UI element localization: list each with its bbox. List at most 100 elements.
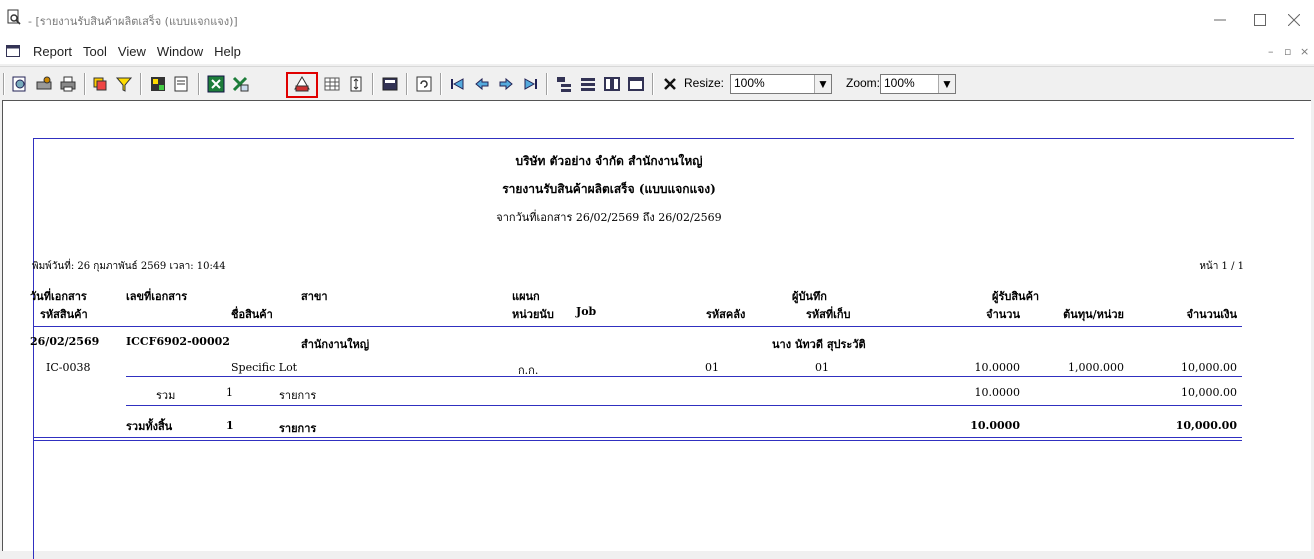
tree-view-button[interactable] xyxy=(554,74,574,94)
subtotal-qty: 10.0000 xyxy=(974,386,1021,399)
full-page-button[interactable] xyxy=(626,74,646,94)
printer-icon xyxy=(60,76,76,92)
mdi-close-button[interactable]: × xyxy=(1300,45,1309,58)
doc-no: ICCF6902-00002 xyxy=(126,335,230,348)
grandtotal-label: รวมทั้งสิ้น xyxy=(126,420,173,433)
export-excel-x-button[interactable] xyxy=(230,74,250,94)
grandtotal-divider-2 xyxy=(34,440,1242,441)
company-name: บริษัท ตัวอย่าง จำกัด สำนักงานใหญ่ xyxy=(515,154,703,168)
close-report-button[interactable] xyxy=(660,74,680,94)
header-branch: สาขา xyxy=(301,290,328,303)
close-icon xyxy=(1288,14,1300,26)
calculator-button[interactable] xyxy=(380,74,400,94)
arrow-right-icon xyxy=(499,77,513,91)
window-title: - [รายงานรับสินค้าผลิตเสร็จ (แบบแจกแจง)] xyxy=(28,15,238,28)
zoom-value: 100% xyxy=(884,76,915,90)
resize-label: Resize: xyxy=(684,76,725,90)
calculator-icon xyxy=(382,77,398,91)
menu-report[interactable]: Report xyxy=(33,44,72,59)
fit-height-icon xyxy=(350,76,362,92)
filter-button[interactable] xyxy=(114,74,134,94)
list-icon xyxy=(581,78,595,91)
menu-help[interactable]: Help xyxy=(214,44,241,59)
zoom-label: Zoom: xyxy=(846,76,881,90)
grandtotal-divider-1 xyxy=(34,437,1242,438)
header-location: รหัสที่เก็บ xyxy=(806,308,851,321)
item-cost-unit: 1,000.000 xyxy=(1068,361,1124,374)
grandtotal-unit-label: รายการ xyxy=(279,422,317,435)
arrow-left-icon xyxy=(475,77,489,91)
close-button[interactable] xyxy=(1274,6,1314,34)
report-viewport[interactable]: บริษัท ตัวอย่าง จำกัด สำนักงานใหญ่ รายงา… xyxy=(2,100,1311,559)
columns-icon xyxy=(604,77,620,91)
menu-tool[interactable]: Tool xyxy=(83,44,107,59)
two-pages-button[interactable] xyxy=(602,74,622,94)
header-department: แผนก xyxy=(512,290,540,303)
refresh-button[interactable] xyxy=(414,74,434,94)
edit-form-button[interactable] xyxy=(172,74,192,94)
layer-button[interactable] xyxy=(90,74,110,94)
mdi-minimize-button[interactable]: – xyxy=(1268,45,1274,58)
tree-icon xyxy=(557,77,571,92)
edit-form-icon xyxy=(174,76,188,92)
print-datetime: พิมพ์วันที่: 26 กุมภาพันธ์ 2569 เวลา: 10… xyxy=(32,261,226,272)
close-x-icon xyxy=(664,78,676,90)
header-qty: จำนวน xyxy=(986,308,1020,321)
doc-recorder: นาง นัทวดี สุประวัติ xyxy=(772,338,866,351)
report-date-range: จากวันที่เอกสาร 26/02/2569 ถึง 26/02/256… xyxy=(496,211,722,224)
preview-button[interactable] xyxy=(10,74,30,94)
menu-bar: Report Tool View Window Help – ▫ × xyxy=(0,40,1314,64)
grid-icon xyxy=(324,77,340,91)
title-bar: - [รายงานรับสินค้าผลิตเสร็จ (แบบแจกแจง)] xyxy=(0,0,1314,40)
next-page-button[interactable] xyxy=(496,74,516,94)
resize-select[interactable]: 100% ▼ xyxy=(730,74,832,94)
maximize-icon xyxy=(1254,14,1266,26)
doc-date: 26/02/2569 xyxy=(30,335,100,348)
zoom-select[interactable]: 100% ▼ xyxy=(880,74,956,94)
preview-icon xyxy=(12,76,26,92)
menu-view[interactable]: View xyxy=(118,44,146,59)
header-item-code: รหัสสินค้า xyxy=(40,308,88,321)
refresh-icon xyxy=(416,76,432,92)
mdi-window-icon[interactable] xyxy=(6,45,20,57)
design-button[interactable] xyxy=(148,74,168,94)
previous-page-button[interactable] xyxy=(472,74,492,94)
minimize-icon xyxy=(1214,19,1226,21)
doc-branch: สำนักงานใหญ่ xyxy=(301,338,370,351)
header-job: Job xyxy=(576,305,597,318)
item-code: IC-0038 xyxy=(46,361,91,374)
minimize-button[interactable] xyxy=(1200,6,1240,34)
excel-x-icon xyxy=(232,76,249,92)
last-page-button[interactable] xyxy=(520,74,540,94)
design-icon xyxy=(151,77,165,91)
chevron-down-icon: ▼ xyxy=(814,75,831,93)
fit-height-button[interactable] xyxy=(346,74,366,94)
item-amount: 10,000.00 xyxy=(1181,361,1237,374)
window-icon xyxy=(628,77,644,91)
grid-button[interactable] xyxy=(322,74,342,94)
header-receiver: ผู้รับสินค้า xyxy=(992,290,1040,303)
report-title: รายงานรับสินค้าผลิตเสร็จ (แบบแจกแจง) xyxy=(502,182,716,196)
item-name: Specific Lot xyxy=(231,361,298,374)
header-divider xyxy=(34,326,1242,327)
subtotal-label: รวม xyxy=(156,389,176,402)
export-excel-button[interactable] xyxy=(206,74,226,94)
first-page-button[interactable] xyxy=(448,74,468,94)
menu-window[interactable]: Window xyxy=(157,44,203,59)
print-setup-icon xyxy=(36,76,52,90)
chevron-down-icon: ▼ xyxy=(938,75,955,93)
grandtotal-qty: 10.0000 xyxy=(970,419,1020,432)
print-button[interactable] xyxy=(58,74,78,94)
header-doc-date: วันที่เอกสาร xyxy=(30,290,87,303)
subtotal-count: 1 xyxy=(226,386,233,399)
last-page-icon xyxy=(524,78,537,90)
filter-icon xyxy=(115,77,133,92)
header-warehouse: รหัสคลัง xyxy=(706,308,746,321)
grandtotal-amount: 10,000.00 xyxy=(1175,419,1237,432)
highlight-box xyxy=(286,72,318,98)
subtotal-unit-label: รายการ xyxy=(279,389,317,402)
mdi-restore-button[interactable]: ▫ xyxy=(1284,45,1291,58)
report-page: บริษัท ตัวอย่าง จำกัด สำนักงานใหญ่ รายงา… xyxy=(30,138,1294,559)
one-page-button[interactable] xyxy=(578,74,598,94)
print-setup-button[interactable] xyxy=(34,74,54,94)
